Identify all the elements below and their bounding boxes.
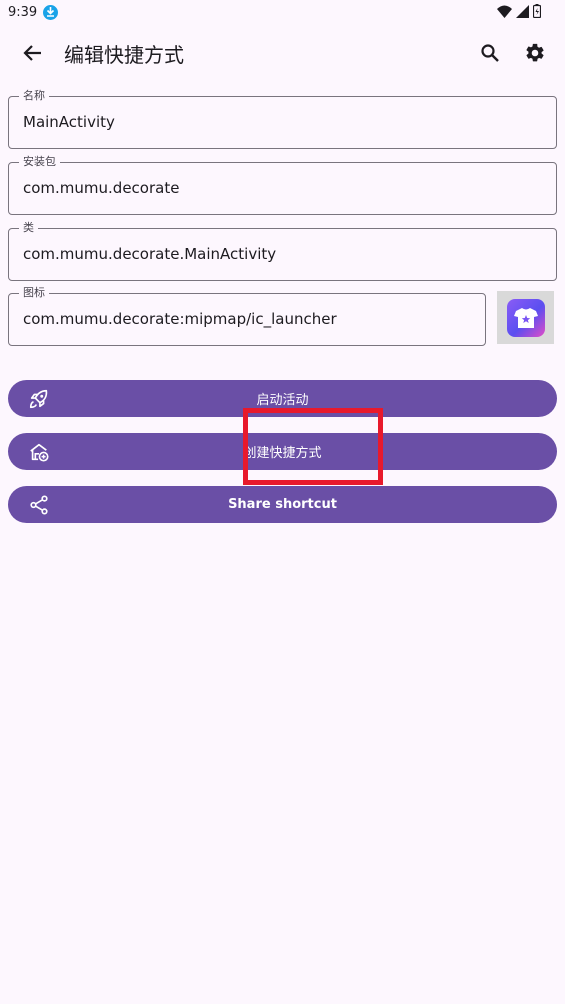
- package-field-value: com.mumu.decorate: [23, 179, 180, 197]
- back-button[interactable]: [20, 40, 46, 66]
- highlight-box: [243, 408, 383, 485]
- search-button[interactable]: [477, 40, 503, 66]
- share-icon: [28, 494, 50, 516]
- page-title: 编辑快捷方式: [64, 43, 184, 67]
- wifi-icon: [497, 5, 512, 18]
- icon-field-label: 图标: [19, 286, 49, 300]
- package-field[interactable]: 安装包 com.mumu.decorate: [8, 155, 557, 215]
- status-icons: [497, 4, 541, 18]
- battery-icon: [533, 4, 541, 18]
- rocket-icon: [28, 388, 50, 410]
- settings-button[interactable]: [522, 40, 548, 66]
- app-bar: 编辑快捷方式: [0, 30, 565, 76]
- class-field-value: com.mumu.decorate.MainActivity: [23, 245, 277, 263]
- name-field-label: 名称: [19, 89, 49, 103]
- name-field[interactable]: 名称 MainActivity: [8, 89, 557, 149]
- status-bar: 9:39: [0, 0, 565, 24]
- launch-activity-label: 启动活动: [256, 393, 309, 408]
- share-shortcut-label: Share shortcut: [228, 497, 337, 512]
- download-icon: [43, 4, 59, 20]
- class-field-label: 类: [19, 221, 38, 235]
- signal-icon: [516, 4, 529, 18]
- package-field-label: 安装包: [19, 155, 60, 169]
- gear-icon: [526, 43, 544, 62]
- icon-preview-button[interactable]: [497, 291, 554, 344]
- icon-field[interactable]: 图标 com.mumu.decorate:mipmap/ic_launcher: [8, 286, 486, 346]
- share-shortcut-button[interactable]: Share shortcut: [8, 486, 557, 523]
- app-icon: [506, 298, 545, 337]
- class-field[interactable]: 类 com.mumu.decorate.MainActivity: [8, 221, 557, 281]
- search-icon: [481, 44, 499, 62]
- name-field-value: MainActivity: [23, 113, 115, 131]
- add-home-icon: [28, 441, 50, 463]
- status-time: 9:39: [8, 4, 38, 20]
- back-arrow-icon: [23, 45, 41, 61]
- tshirt-star-icon: [513, 307, 538, 328]
- icon-field-value: com.mumu.decorate:mipmap/ic_launcher: [23, 310, 337, 328]
